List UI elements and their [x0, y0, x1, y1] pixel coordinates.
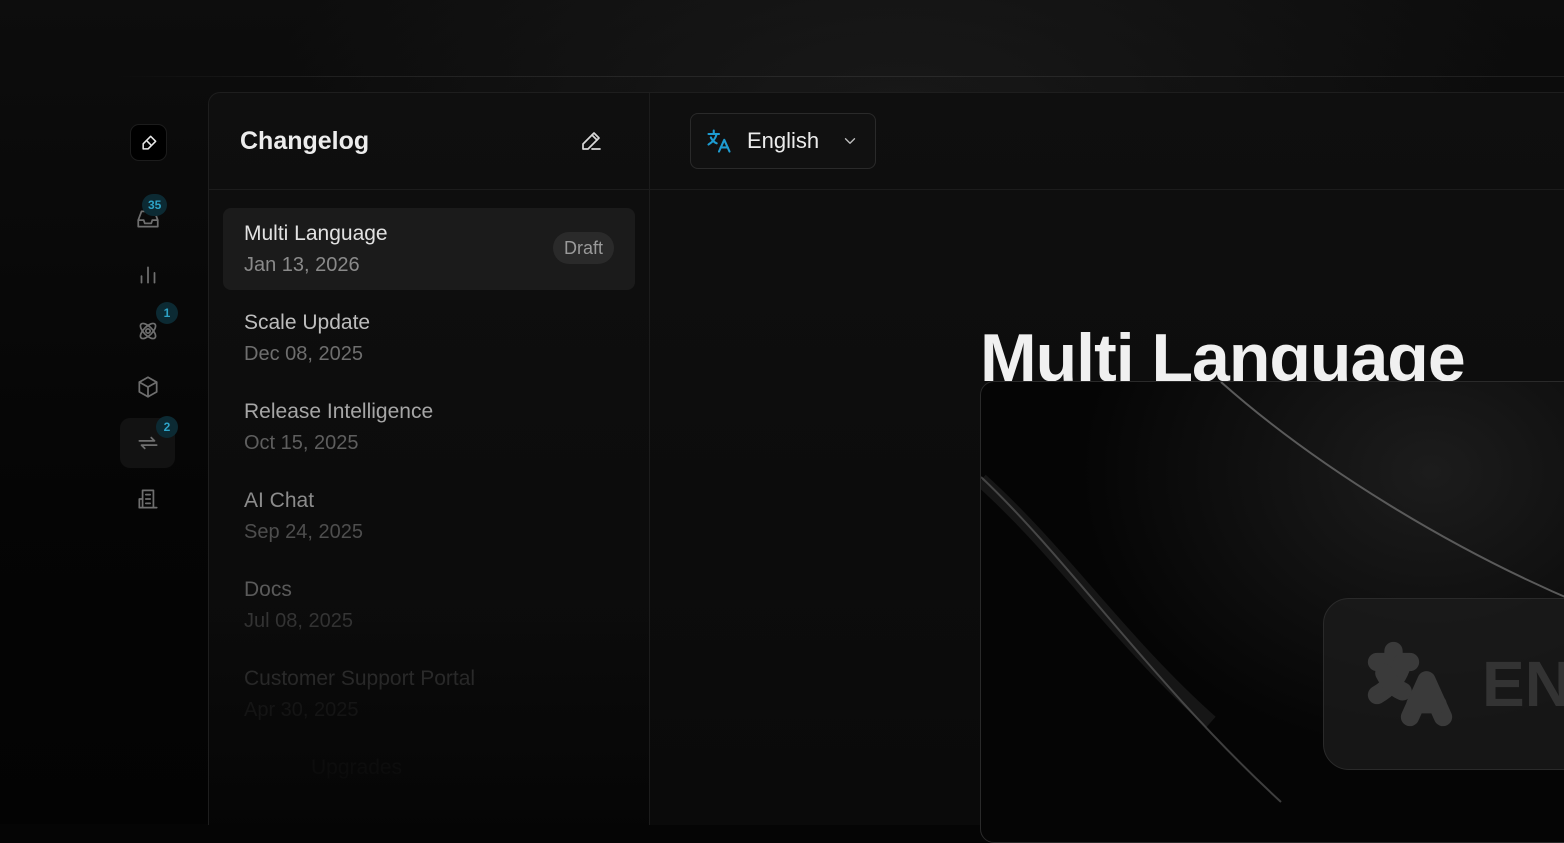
content-header: English	[650, 93, 1564, 190]
list-item[interactable]: Scale Update Dec 08, 2025	[223, 297, 635, 379]
entry-date: Apr 30, 2025	[244, 699, 359, 721]
integrations-count-badge: 1	[156, 302, 178, 324]
new-entry-button[interactable]	[575, 125, 607, 157]
entry-date: Oct 15, 2025	[244, 432, 359, 454]
rail-item-analytics[interactable]	[120, 250, 175, 300]
translate-icon	[1367, 641, 1453, 727]
rail-item-changelog[interactable]: 2	[120, 416, 178, 468]
building-icon	[137, 489, 158, 509]
list-item[interactable]: Release Intelligence Oct 15, 2025	[223, 386, 635, 468]
rail-item-integrations[interactable]: 1	[120, 302, 178, 356]
translate-icon	[705, 127, 733, 155]
changelog-entries: Multi Language Jan 13, 2026 Draft Scale …	[223, 208, 635, 831]
list-title: Changelog	[240, 127, 370, 155]
list-header: Changelog	[209, 93, 649, 190]
list-item[interactable]: Multi Language Jan 13, 2026 Draft	[223, 208, 635, 290]
hero-image: EN	[980, 381, 1564, 843]
entry-title: Scale Update	[244, 311, 371, 334]
hero-language-chip: EN	[1323, 598, 1564, 770]
post-content-column: English Multi Language EN	[650, 93, 1564, 843]
changelog-count-badge: 2	[156, 416, 178, 438]
top-divider	[112, 76, 1564, 77]
logo-icon[interactable]	[130, 124, 167, 161]
hero-chip-label: EN	[1482, 648, 1564, 720]
entry-date: Jan 13, 2026	[244, 254, 360, 276]
entry-title: AI Chat	[244, 489, 315, 512]
list-item[interactable]: Docs Jul 08, 2025	[223, 564, 635, 646]
chevron-down-icon	[841, 132, 859, 150]
entry-title: Customer Support Portal	[244, 667, 476, 690]
box-icon	[137, 376, 158, 398]
language-label: English	[747, 128, 820, 153]
language-select[interactable]: English	[690, 113, 876, 169]
entry-date: Dec 08, 2025	[244, 343, 363, 365]
list-item[interactable]: Customer Support Portal Apr 30, 2025	[223, 653, 635, 735]
changelog-icon	[137, 436, 158, 450]
rail-item-inbox[interactable]: 35	[120, 194, 175, 244]
entry-date: Sep 24, 2025	[244, 521, 363, 543]
changelog-list-column: Changelog Multi Language Jan 13, 2026 Dr…	[209, 93, 650, 825]
inbox-count-badge: 35	[142, 194, 168, 216]
edit-icon	[582, 132, 601, 150]
entry-title: Multi Language	[244, 222, 388, 245]
list-item[interactable]: Upgrades	[223, 742, 635, 824]
list-item[interactable]: AI Chat Sep 24, 2025	[223, 475, 635, 557]
entry-title: Release Intelligence	[244, 400, 434, 423]
entry-date: Jul 08, 2025	[244, 610, 353, 632]
entry-title: Upgrades	[311, 756, 403, 779]
rail-item-company[interactable]	[120, 474, 175, 524]
icon-rail: 35 1 2	[112, 92, 208, 824]
main-panel: Changelog Multi Language Jan 13, 2026 Dr…	[208, 92, 1564, 843]
integrations-icon	[139, 322, 156, 340]
chart-icon	[140, 266, 155, 284]
status-badge: Draft	[552, 232, 614, 264]
rail-item-products[interactable]	[120, 362, 175, 412]
entry-title: Docs	[244, 578, 292, 601]
